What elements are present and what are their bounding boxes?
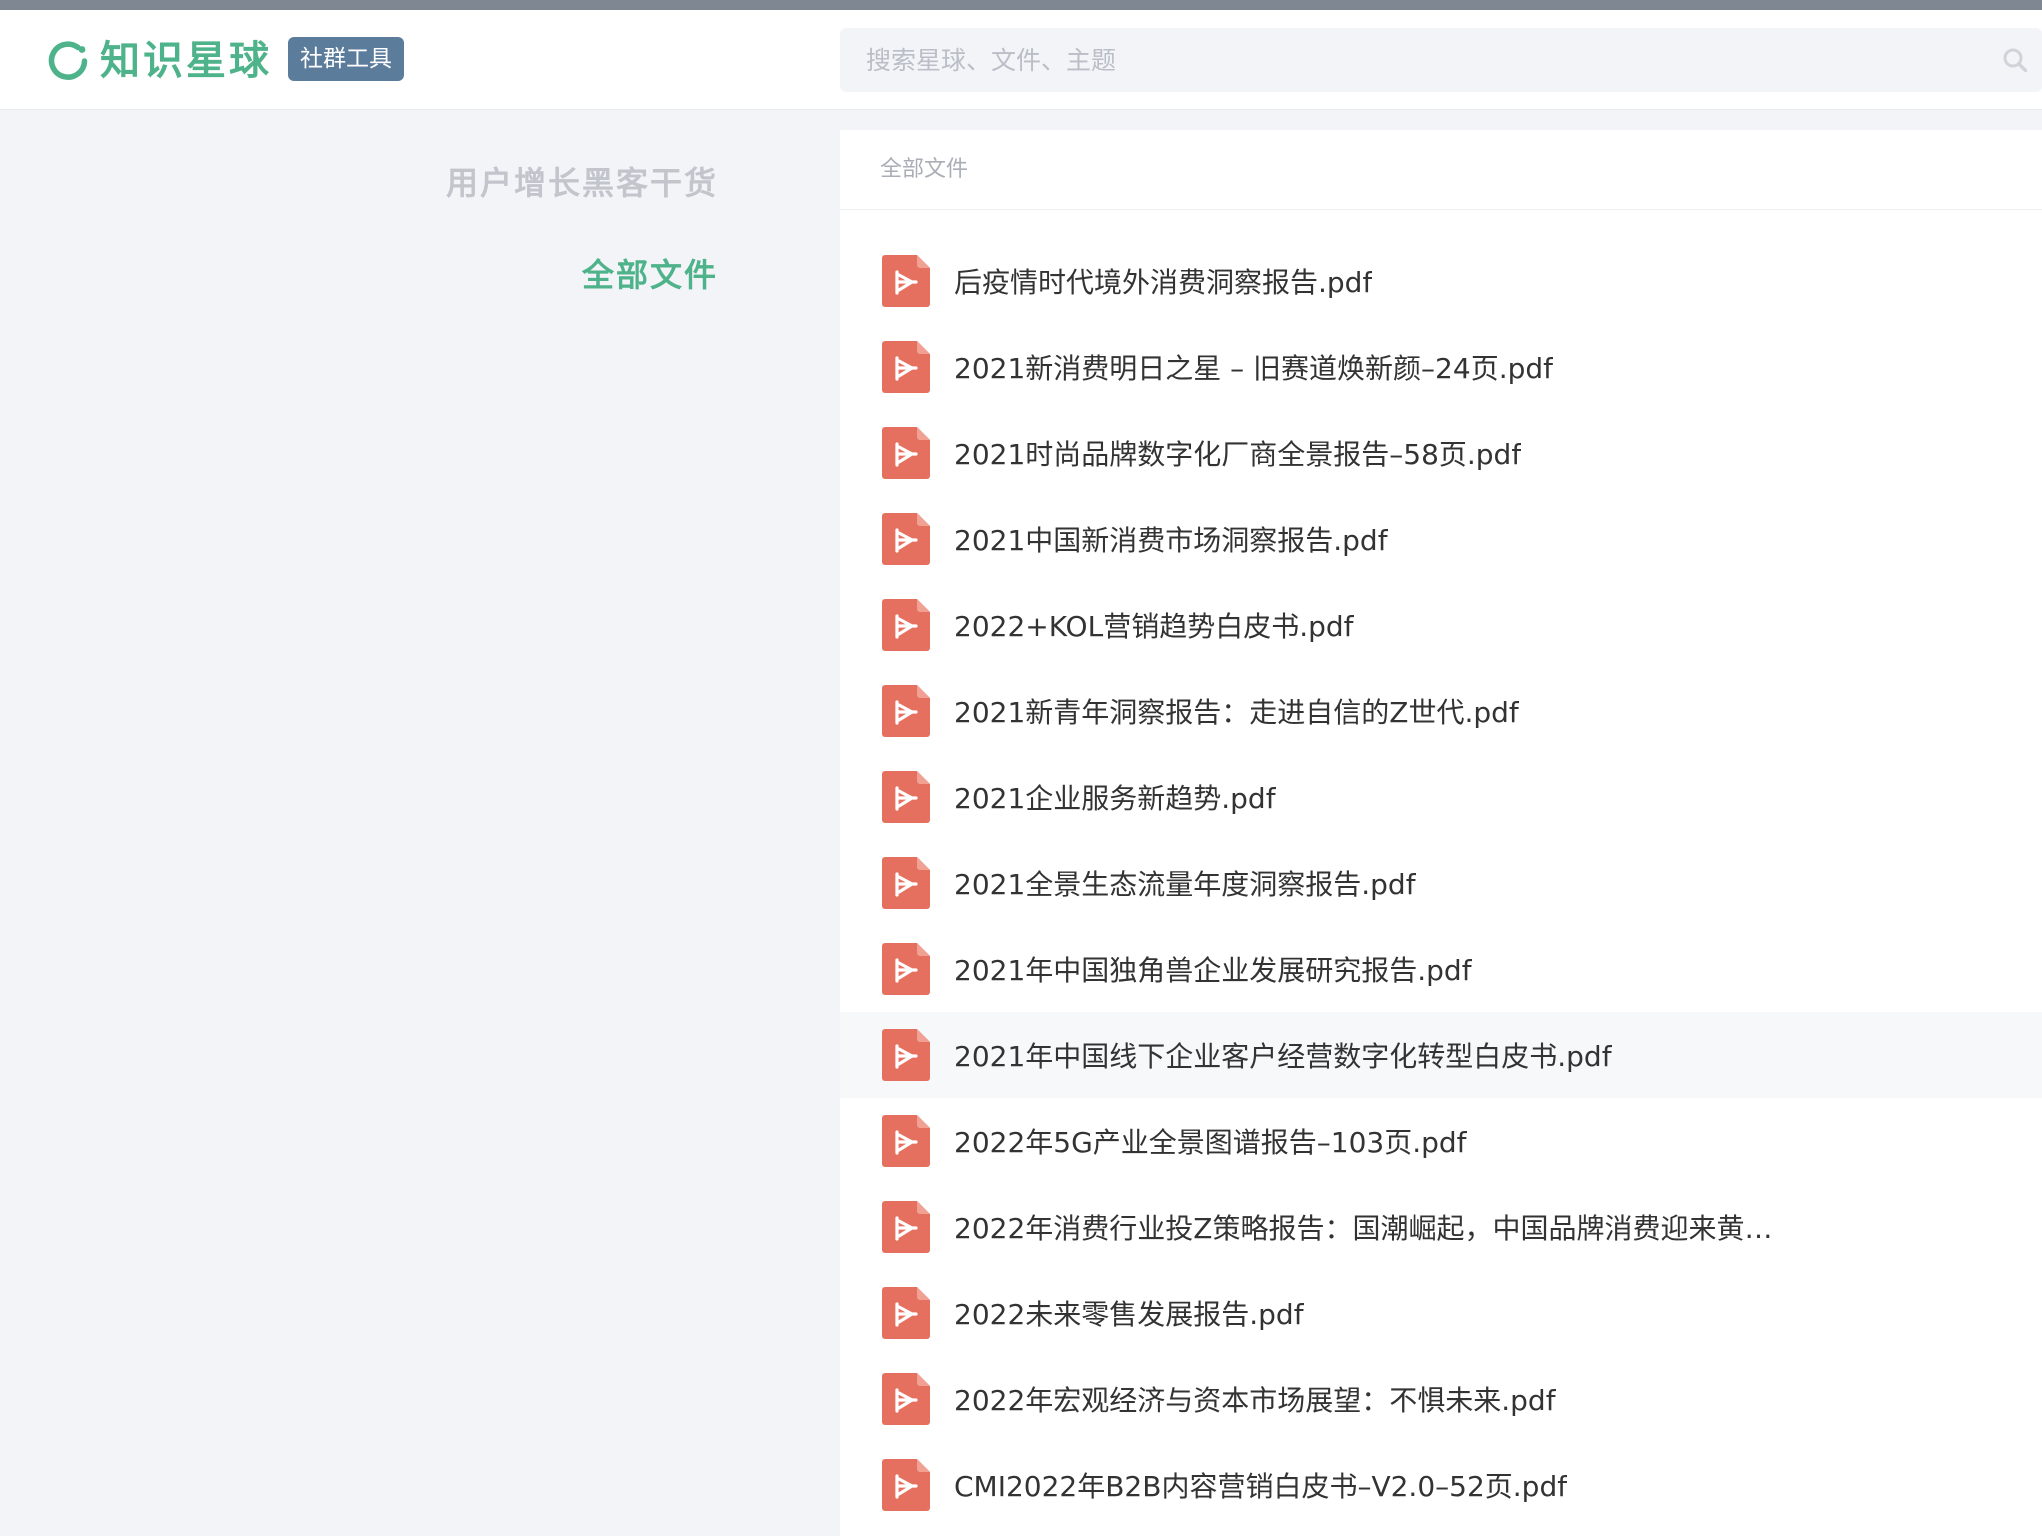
file-name: CMI2022年B2B内容营销白皮书–V2.0–52页.pdf [954, 1470, 1568, 1503]
pdf-file-icon [882, 685, 930, 737]
pdf-file-icon [882, 857, 930, 909]
pdf-file-icon [882, 1029, 930, 1081]
pdf-file-icon [882, 1115, 930, 1167]
pdf-file-icon [882, 1201, 930, 1253]
panel-title: 全部文件 [840, 130, 2042, 210]
pdf-file-icon [882, 341, 930, 393]
pdf-file-icon [882, 943, 930, 995]
file-row[interactable]: 2021年中国线下企业客户经营数字化转型白皮书.pdf [840, 1012, 2042, 1098]
file-name: 2022+KOL营销趋势白皮书.pdf [954, 610, 1354, 643]
file-row[interactable]: 后疫情时代境外消费洞察报告.pdf [840, 238, 2042, 324]
window-top-bar [0, 0, 2042, 10]
file-name: 2021年中国线下企业客户经营数字化转型白皮书.pdf [954, 1040, 1612, 1073]
file-row[interactable]: 2022年消费行业投Z策略报告：国潮崛起，中国品牌消费迎来黄金... [840, 1184, 2042, 1270]
file-name: 2022年消费行业投Z策略报告：国潮崛起，中国品牌消费迎来黄金... [954, 1212, 1798, 1245]
search-bar [840, 28, 2042, 92]
pdf-file-icon [882, 771, 930, 823]
file-row[interactable]: 2021时尚品牌数字化厂商全景报告–58页.pdf [840, 410, 2042, 496]
file-row[interactable]: 2022未来零售发展报告.pdf [840, 1270, 2042, 1356]
file-row[interactable]: 2022年5G产业全景图谱报告–103页.pdf [840, 1098, 2042, 1184]
file-name: 2021新消费明日之星 – 旧赛道焕新颜–24页.pdf [954, 352, 1553, 385]
file-name: 后疫情时代境外消费洞察报告.pdf [954, 266, 1373, 299]
pdf-file-icon [882, 1373, 930, 1425]
file-name: 2022年5G产业全景图谱报告–103页.pdf [954, 1126, 1467, 1159]
all-files-link[interactable]: 全部文件 [582, 250, 718, 296]
logo[interactable]: 知识星球 [46, 36, 272, 86]
file-row[interactable]: 2022+KOL营销趋势白皮书.pdf [840, 582, 2042, 668]
file-list: 后疫情时代境外消费洞察报告.pdf 2021新消费明日之星 – 旧赛道焕新颜–2… [840, 238, 2042, 1528]
file-row[interactable]: 2021中国新消费市场洞察报告.pdf [840, 496, 2042, 582]
search-icon[interactable] [2002, 47, 2028, 73]
file-row[interactable]: 2022年宏观经济与资本市场展望：不惧未来.pdf [840, 1356, 2042, 1442]
file-row[interactable]: CMI2022年B2B内容营销白皮书–V2.0–52页.pdf [840, 1442, 2042, 1528]
file-panel: 全部文件 后疫情时代境外消费洞察报告.pdf 2021新消费明日之星 – 旧赛道… [840, 130, 2042, 1536]
file-name: 2022未来零售发展报告.pdf [954, 1298, 1304, 1331]
file-name: 2022年宏观经济与资本市场展望：不惧未来.pdf [954, 1384, 1556, 1417]
file-row[interactable]: 2021全景生态流量年度洞察报告.pdf [840, 840, 2042, 926]
group-sidebar: 用户增长黑客干货 全部文件 [0, 110, 840, 1536]
file-row[interactable]: 2021新青年洞察报告：走进自信的Z世代.pdf [840, 668, 2042, 754]
refresh-ring-icon [48, 41, 88, 80]
pdf-file-icon [882, 1459, 930, 1511]
file-name: 2021时尚品牌数字化厂商全景报告–58页.pdf [954, 438, 1522, 471]
file-row[interactable]: 2021年中国独角兽企业发展研究报告.pdf [840, 926, 2042, 1012]
pdf-file-icon [882, 1287, 930, 1339]
search-input[interactable] [866, 28, 1966, 92]
file-name: 2021中国新消费市场洞察报告.pdf [954, 524, 1388, 557]
header: 知识星球 社群工具 [0, 10, 2042, 110]
group-name[interactable]: 用户增长黑客干货 [446, 158, 718, 204]
file-name: 2021年中国独角兽企业发展研究报告.pdf [954, 954, 1472, 987]
file-row[interactable]: 2021企业服务新趋势.pdf [840, 754, 2042, 840]
logo-text: 知识星球 [100, 38, 272, 84]
pdf-file-icon [882, 599, 930, 651]
file-name: 2021新青年洞察报告：走进自信的Z世代.pdf [954, 696, 1519, 729]
file-name: 2021企业服务新趋势.pdf [954, 782, 1276, 815]
file-name: 2021全景生态流量年度洞察报告.pdf [954, 868, 1416, 901]
pdf-file-icon [882, 427, 930, 479]
pdf-file-icon [882, 513, 930, 565]
community-tools-badge[interactable]: 社群工具 [288, 37, 404, 81]
pdf-file-icon [882, 255, 930, 307]
file-row[interactable]: 2021新消费明日之星 – 旧赛道焕新颜–24页.pdf [840, 324, 2042, 410]
